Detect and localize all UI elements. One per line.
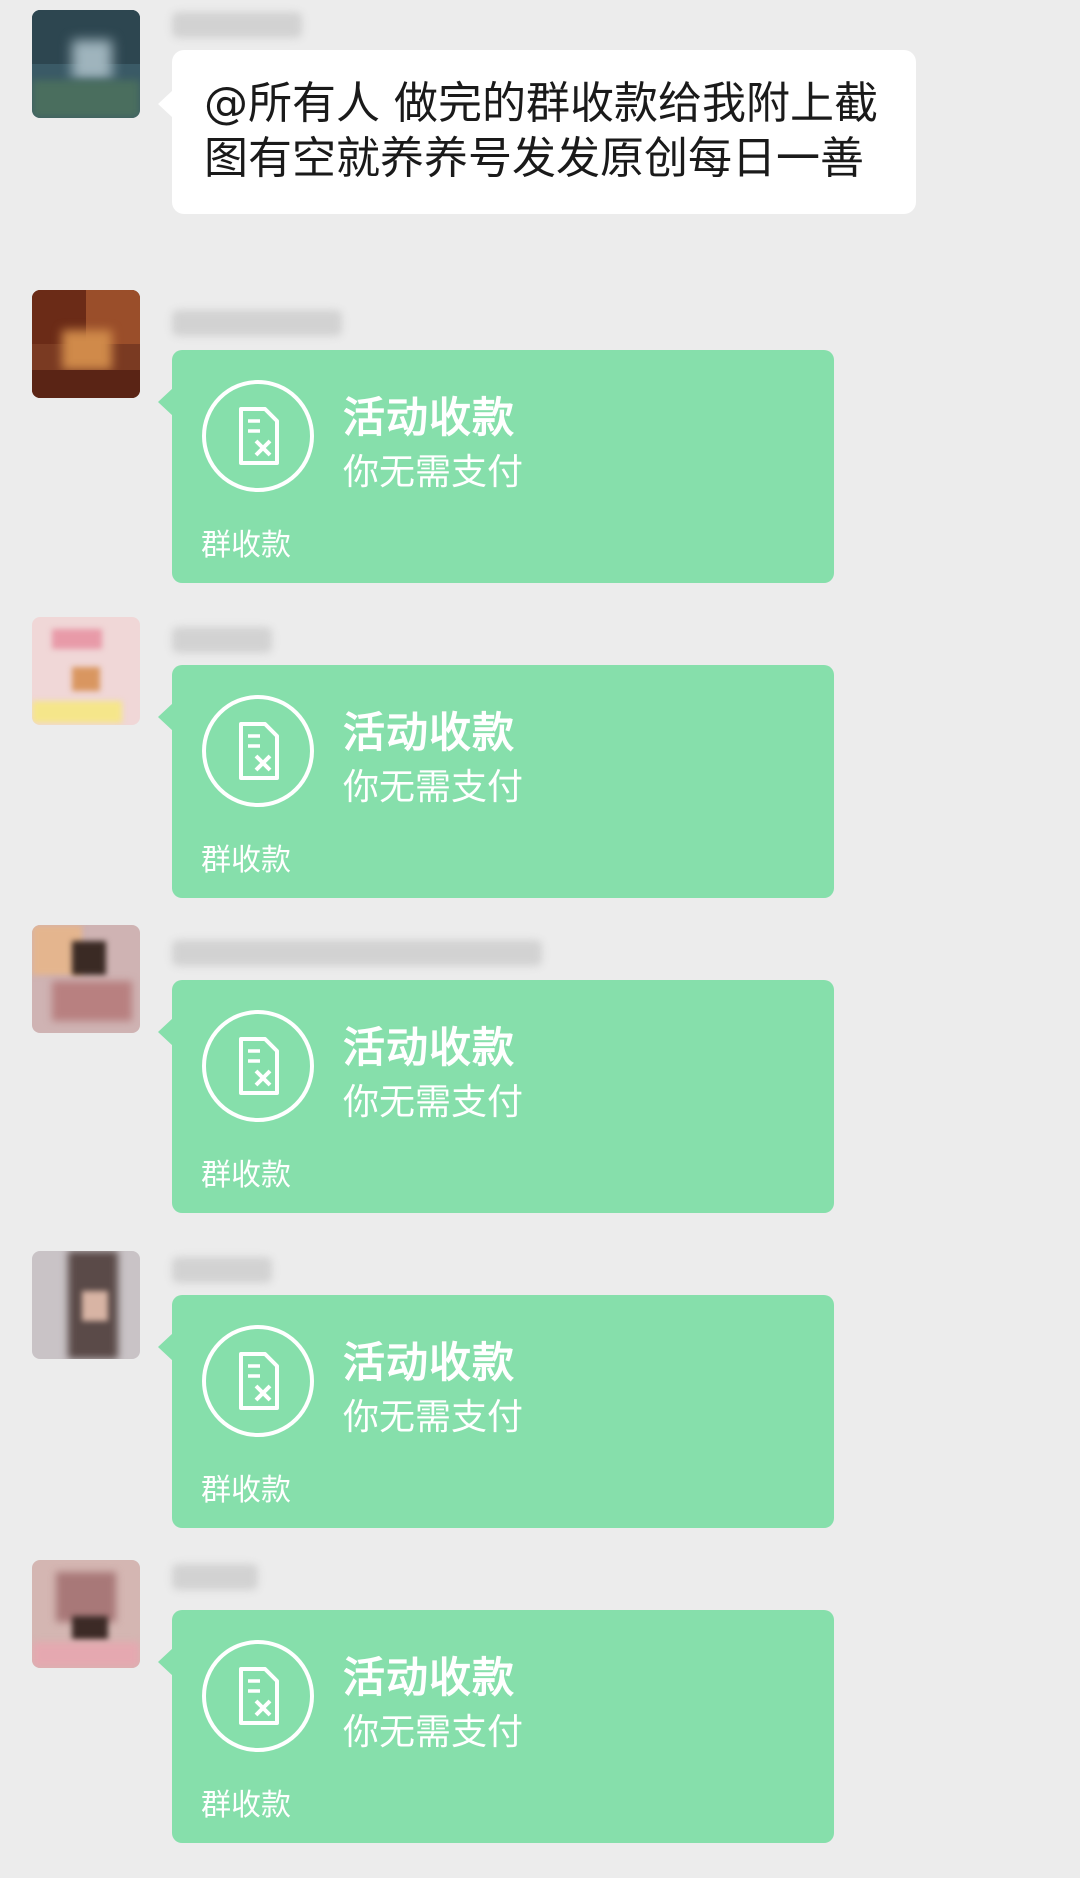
- payment-subtitle: 你无需支付: [343, 767, 524, 808]
- group-payment-card[interactable]: 活动收款 你无需支付 群收款: [158, 665, 834, 898]
- chat-message: @所有人 做完的群收款给我附上截图有空就养养号发发原创每日一善: [0, 0, 1080, 270]
- payment-title: 活动收款: [343, 1023, 516, 1072]
- avatar[interactable]: [32, 10, 140, 118]
- group-payment-card[interactable]: 活动收款 你无需支付 群收款: [158, 1295, 834, 1528]
- sender-name-blurred: [172, 940, 542, 966]
- payment-title: 活动收款: [343, 708, 516, 757]
- payment-type-label: 群收款: [201, 1473, 291, 1508]
- group-payment-card[interactable]: 活动收款 你无需支付 群收款: [158, 350, 834, 583]
- sender-name-blurred: [172, 310, 342, 336]
- payment-subtitle: 你无需支付: [343, 1712, 524, 1753]
- sender-name-blurred: [172, 1257, 272, 1283]
- avatar[interactable]: [32, 617, 140, 725]
- group-payment-card[interactable]: 活动收款 你无需支付 群收款: [158, 980, 834, 1213]
- payment-type-label: 群收款: [201, 528, 291, 563]
- receipt-x-icon: [202, 1640, 314, 1752]
- receipt-x-icon: [202, 380, 314, 492]
- payment-type-label: 群收款: [201, 843, 291, 878]
- text-message-bubble[interactable]: @所有人 做完的群收款给我附上截图有空就养养号发发原创每日一善: [158, 50, 916, 214]
- sender-name-blurred: [172, 12, 302, 38]
- payment-subtitle: 你无需支付: [343, 452, 524, 493]
- chat-message: 活动收款 你无需支付 群收款: [0, 1235, 1080, 1545]
- avatar[interactable]: [32, 1560, 140, 1668]
- receipt-x-icon: [202, 1325, 314, 1437]
- payment-title: 活动收款: [343, 1338, 516, 1387]
- payment-title: 活动收款: [343, 1653, 516, 1702]
- payment-subtitle: 你无需支付: [343, 1397, 524, 1438]
- sender-name-blurred: [172, 627, 272, 653]
- payment-subtitle: 你无需支付: [343, 1082, 524, 1123]
- chat-message: 活动收款 你无需支付 群收款: [0, 1550, 1080, 1860]
- payment-type-label: 群收款: [201, 1158, 291, 1193]
- payment-type-label: 群收款: [201, 1788, 291, 1823]
- chat-message: 活动收款 你无需支付 群收款: [0, 605, 1080, 915]
- message-text: @所有人 做完的群收款给我附上截图有空就养养号发发原创每日一善: [204, 78, 878, 184]
- sender-name-blurred: [172, 1564, 258, 1590]
- payment-title: 活动收款: [343, 393, 516, 442]
- receipt-x-icon: [202, 1010, 314, 1122]
- receipt-x-icon: [202, 695, 314, 807]
- chat-message: 活动收款 你无需支付 群收款: [0, 920, 1080, 1230]
- chat-message: 活动收款 你无需支付 群收款: [0, 290, 1080, 600]
- avatar[interactable]: [32, 290, 140, 398]
- group-payment-card[interactable]: 活动收款 你无需支付 群收款: [158, 1610, 834, 1843]
- avatar[interactable]: [32, 1251, 140, 1359]
- avatar[interactable]: [32, 925, 140, 1033]
